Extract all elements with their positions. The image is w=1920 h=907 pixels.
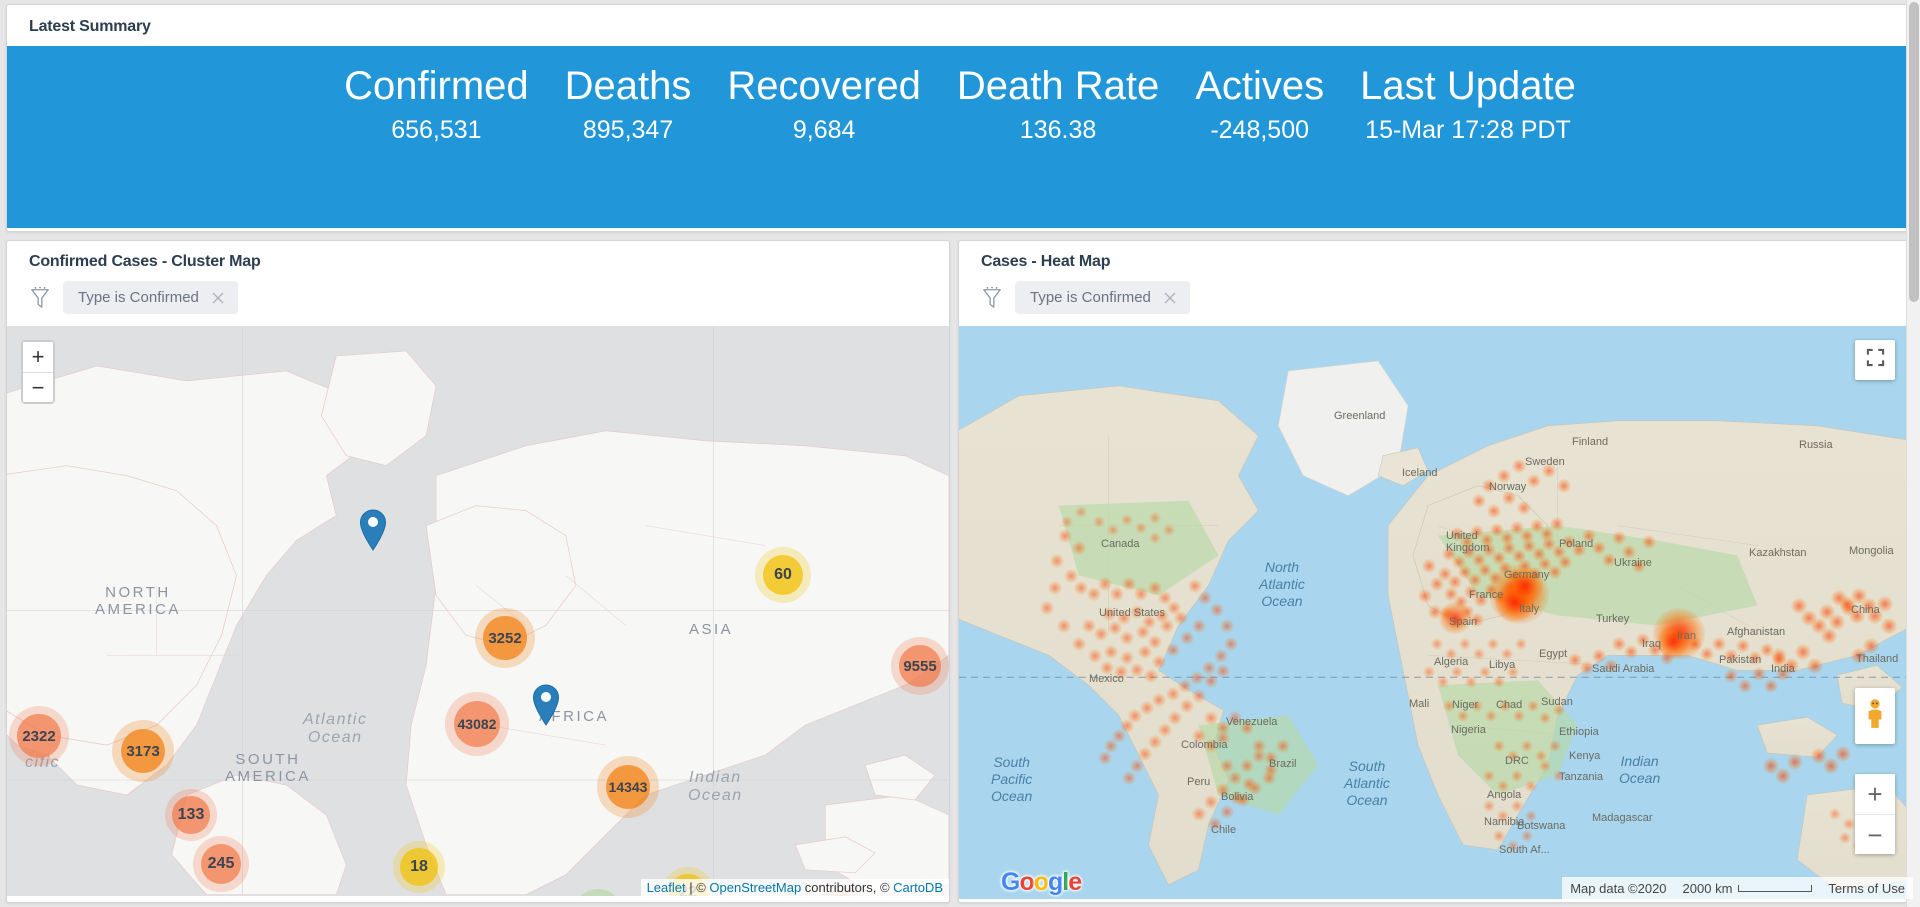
metric-death-rate: Death Rate 136.38: [939, 60, 1177, 228]
cluster-count: 9555: [899, 645, 941, 687]
leaflet-zoom-control[interactable]: + −: [21, 340, 55, 404]
zoom-out-button[interactable]: −: [23, 372, 53, 402]
metric-value: 895,347: [582, 116, 674, 144]
cluster-count: 43082: [453, 700, 501, 748]
scale-bar-graphic: [1738, 884, 1813, 892]
map-pin-marker[interactable]: [359, 509, 387, 551]
cartodb-link[interactable]: CartoDB: [893, 880, 943, 895]
zoom-in-button[interactable]: +: [1855, 774, 1895, 814]
attrib-sep-2: contributors, ©: [801, 880, 894, 895]
google-zoom-control[interactable]: + −: [1855, 774, 1895, 854]
cluster-count: 60: [762, 554, 804, 596]
street-view-pegman-button[interactable]: [1855, 688, 1895, 744]
fullscreen-icon: [1866, 348, 1885, 372]
metric-deaths: Deaths 895,347: [547, 60, 710, 228]
heat-map-landmass: [959, 360, 1913, 891]
metric-value: 15-Mar 17:28 PDT: [1365, 116, 1571, 144]
cluster-panel-title: Confirmed Cases - Cluster Map: [29, 253, 261, 270]
zoom-out-button[interactable]: −: [1855, 814, 1895, 854]
metrics-row: Confirmed 656,531 Deaths 895,347 Recovered 9,…: [326, 60, 1594, 228]
cluster-count: 14343: [605, 764, 651, 810]
cluster-count: 18: [400, 848, 438, 886]
cluster-map-panel: Confirmed Cases - Cluster Map Type is Co…: [6, 240, 950, 903]
metric-value: 656,531: [391, 116, 482, 144]
close-icon[interactable]: [1163, 291, 1177, 305]
cluster-count: 2322: [17, 714, 61, 758]
cluster-marker[interactable]: 3252: [475, 608, 535, 668]
summary-panel-title: Latest Summary: [29, 18, 151, 35]
filter-chip-label: Type is Confirmed: [78, 289, 199, 306]
metric-recovered: Recovered 9,684: [709, 60, 938, 228]
summary-metrics-band: Confirmed 656,531 Deaths 895,347 Recovered 9,…: [7, 46, 1913, 228]
metric-last-update: Last Update 15-Mar 17:28 PDT: [1342, 60, 1594, 228]
pegman-icon: [1863, 697, 1887, 736]
cluster-marker[interactable]: 43082: [445, 692, 509, 756]
leaflet-link[interactable]: Leaflet: [647, 880, 686, 895]
latest-summary-panel: Latest Summary Confirmed 656,531 Deaths 895…: [6, 4, 1914, 232]
map-scale-bar: 2000 km: [1674, 877, 1821, 899]
cluster-marker[interactable]: 14343: [597, 756, 659, 818]
cluster-filter-bar: Type is Confirmed: [7, 281, 949, 326]
cluster-count: 133: [172, 796, 210, 834]
heat-map-panel: Cases - Heat Map Type is Confirmed Green…: [958, 240, 1914, 903]
metric-value: 9,684: [792, 116, 856, 144]
filter-chip-type-confirmed[interactable]: Type is Confirmed: [63, 281, 238, 314]
metric-label: Deaths: [564, 64, 692, 108]
cluster-map-canvas[interactable]: NORTH AMERICA SOUTH AMERICA ASIA AFRICA Atla…: [7, 326, 949, 896]
cluster-marker[interactable]: 133: [165, 789, 217, 841]
google-logo: Google: [1001, 868, 1082, 896]
cluster-marker[interactable]: 3173: [112, 720, 174, 782]
cluster-marker[interactable]: 245: [193, 836, 249, 892]
map-data-attribution: Map data ©2020: [1562, 877, 1675, 899]
terms-of-use-link[interactable]: Terms of Use: [1820, 877, 1913, 899]
attrib-sep-1: | ©: [685, 880, 710, 895]
metric-label: Death Rate: [956, 64, 1160, 108]
leaflet-attribution: Leaflet | © OpenStreetMap contributors, …: [640, 879, 949, 896]
filter-chip-type-confirmed[interactable]: Type is Confirmed: [1015, 281, 1190, 314]
metric-label: Last Update: [1360, 64, 1576, 108]
zoom-in-button[interactable]: +: [23, 342, 53, 372]
cluster-marker[interactable]: 2322: [9, 706, 69, 766]
openstreetmap-link[interactable]: OpenStreetMap: [709, 880, 801, 895]
dashboard-root: Latest Summary Confirmed 656,531 Deaths 895…: [0, 0, 1920, 907]
page-scrollbar-thumb[interactable]: [1909, 2, 1919, 302]
cluster-marker[interactable]: 60: [755, 547, 811, 603]
metric-value: -248,500: [1210, 116, 1310, 144]
funnel-icon: [29, 286, 51, 310]
heat-filter-bar: Type is Confirmed: [959, 281, 1913, 326]
metric-label: Recovered: [727, 64, 921, 108]
heat-panel-title: Cases - Heat Map: [981, 253, 1111, 270]
map-pin-marker[interactable]: [532, 684, 560, 726]
cluster-map-landmass: [7, 326, 949, 895]
funnel-icon: [981, 286, 1003, 310]
metric-label: Confirmed: [344, 64, 529, 108]
fullscreen-button[interactable]: [1855, 340, 1895, 380]
scale-label: 2000 km: [1682, 880, 1733, 896]
cluster-marker[interactable]: 9555: [891, 637, 949, 695]
metric-actives: Actives -248,500: [1177, 60, 1342, 228]
cluster-marker[interactable]: 18: [393, 841, 445, 893]
metric-confirmed: Confirmed 656,531: [326, 60, 547, 228]
heat-map-canvas[interactable]: Greenland Iceland Canada United States Mexic…: [959, 326, 1913, 899]
cluster-count: 3173: [120, 728, 166, 774]
page-scrollbar[interactable]: [1906, 0, 1920, 907]
google-map-footer: Map data ©2020 2000 km Terms of Use: [959, 877, 1913, 899]
metric-label: Actives: [1195, 64, 1325, 108]
cluster-count: 245: [200, 843, 242, 885]
close-icon[interactable]: [211, 291, 225, 305]
filter-chip-label: Type is Confirmed: [1030, 289, 1151, 306]
metric-value: 136.38: [1019, 116, 1097, 144]
cluster-count: 3252: [483, 616, 527, 660]
